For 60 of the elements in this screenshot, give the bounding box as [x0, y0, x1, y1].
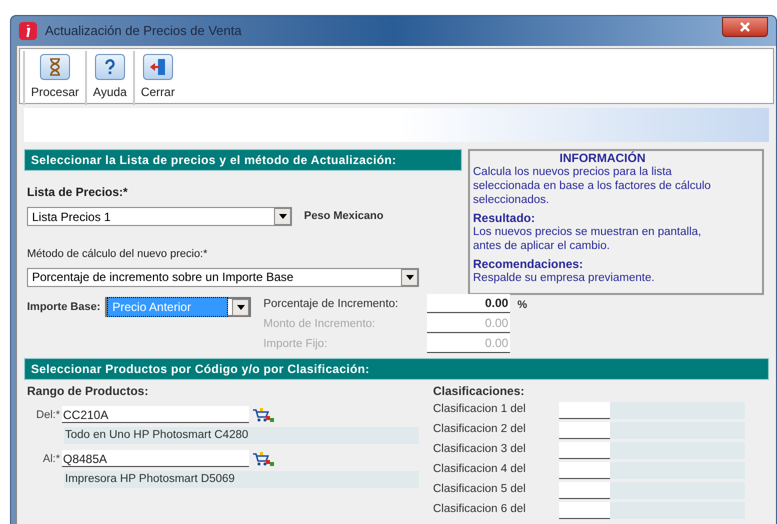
classification-field[interactable] [559, 462, 610, 478]
price-list-dropdown[interactable]: Lista Precios 1 [27, 207, 292, 226]
info-title: INFORMACIÓN [558, 151, 646, 165]
help-icon [94, 54, 125, 80]
field-label: Importe Fijo: [263, 336, 328, 352]
app-logo-icon [19, 22, 37, 40]
dropdown-value: Lista Precios 1 [32, 208, 111, 226]
field-label: Clasificacion 5 del [433, 482, 527, 498]
product-code-field[interactable]: CC210A [62, 406, 249, 423]
classification-field[interactable] [559, 482, 610, 498]
dropdown-arrow-button[interactable] [232, 298, 250, 316]
field-label: Clasificacion 2 del [433, 422, 527, 438]
currency-label: Peso Mexicano [304, 209, 384, 224]
classification-field[interactable] [559, 422, 610, 438]
hourglass-icon [40, 54, 70, 80]
field-label: Clasificacion 1 del [433, 402, 527, 418]
close-icon [739, 22, 751, 32]
toolbar-button[interactable]: Ayuda [85, 51, 133, 105]
toolbar-button[interactable]: Procesar [23, 51, 86, 105]
caret-icon [406, 274, 414, 280]
unit-label: % [517, 298, 528, 312]
field-label: Monto de Incremento: [263, 316, 376, 332]
caret-icon [236, 304, 245, 310]
product-description: Todo en Uno HP Photosmart C4280 [64, 427, 419, 444]
info-text: Calcula los nuevos precios para la lista seleccionada en base a los factores de cálculo seleccionados. [473, 165, 712, 207]
field-label: Clasificacion 3 del [433, 442, 527, 458]
info-heading: Resultado: [473, 211, 536, 225]
close-button[interactable] [722, 17, 768, 37]
field-label: Importe Base: [27, 300, 100, 315]
cart-search-icon [252, 451, 274, 467]
field-label: Clasificacion 4 del [433, 462, 527, 478]
section-header: Seleccionar Productos por Código y/o por Clasificación: [24, 358, 769, 380]
classification-field[interactable] [559, 402, 610, 418]
field-label: Porcentaje de Incremento: [263, 296, 400, 312]
amount-field[interactable]: 0.00 [427, 294, 510, 313]
section-header: Seleccionar la Lista de precios y el método de Actualización: [24, 149, 462, 171]
field-label: Al:* [42, 452, 61, 466]
dropdown-arrow-button[interactable] [274, 208, 291, 225]
field-label: Del:* [35, 408, 61, 422]
classification-field[interactable] [559, 442, 610, 458]
dropdown-value: Porcentaje de incremento sobre un Importe Base [32, 269, 294, 286]
method-dropdown[interactable]: Porcentaje de incremento sobre un Importe Base [27, 268, 419, 286]
info-text: Respalde su empresa previamente. [473, 271, 656, 285]
dropdown-arrow-button[interactable] [401, 268, 418, 286]
caret-icon [278, 214, 286, 219]
window-title: Actualización de Precios de Venta [45, 22, 243, 40]
dropdown-value: Precio Anterior [107, 297, 228, 317]
field-label: Método de cálculo del nuevo precio:* [27, 247, 208, 262]
cart-search-icon [252, 407, 274, 423]
info-heading: Recomendaciones: [473, 257, 584, 271]
info-text: Los nuevos precios se muestran en pantalla, antes de aplicar el cambio. [473, 225, 702, 253]
field-label: Clasificacion 6 del [433, 502, 527, 518]
toolbar-button[interactable]: Cerrar [132, 51, 181, 105]
group-label: Clasificaciones: [433, 383, 526, 400]
exit-door-icon [142, 54, 173, 80]
field-label: Lista de Precios:* [27, 184, 129, 201]
product-description: Impresora HP Photosmart D5069 [64, 471, 419, 488]
product-code-field[interactable]: Q8485A [62, 450, 249, 467]
group-label: Rango de Productos: [27, 383, 150, 400]
classification-field[interactable] [559, 502, 610, 518]
